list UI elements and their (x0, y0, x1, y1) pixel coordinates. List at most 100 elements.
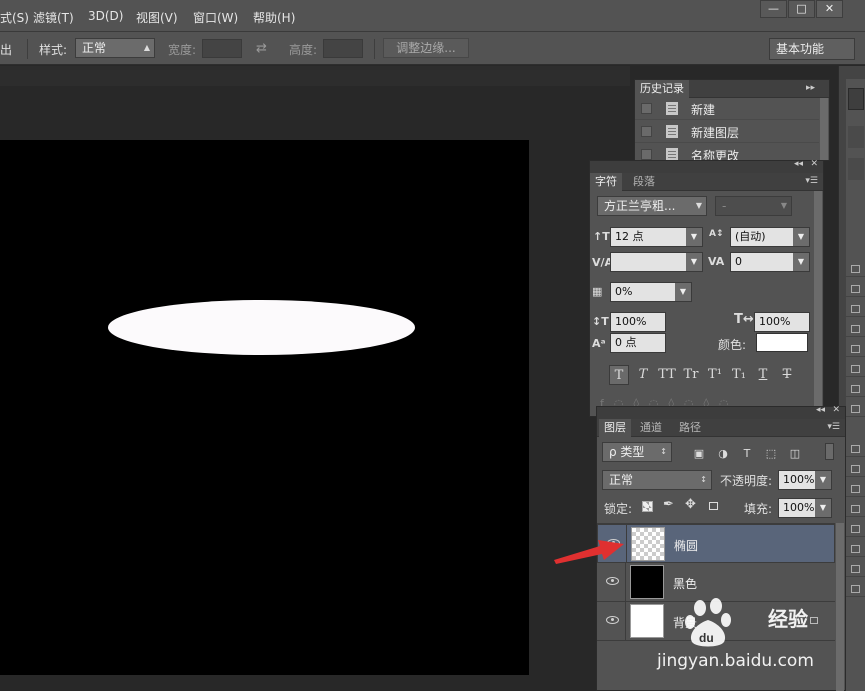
scrollbar[interactable] (836, 523, 844, 691)
canvas[interactable] (0, 140, 529, 675)
checkbox[interactable] (641, 149, 652, 160)
small-caps-button[interactable]: Tr (681, 365, 701, 385)
chevron-down-icon[interactable]: ▼ (815, 471, 831, 489)
scrollbar[interactable] (814, 191, 822, 411)
history-item[interactable]: 新建 (635, 97, 819, 120)
chevron-down-icon[interactable]: ▼ (815, 499, 831, 517)
tracking-input[interactable]: 0 ▼ (730, 252, 810, 272)
font-family-select[interactable]: 方正兰亭粗... ▼ (597, 196, 707, 216)
chevron-down-icon[interactable]: ▼ (686, 228, 702, 246)
font-size-input[interactable]: 12 点 ▼ (610, 227, 703, 247)
font-style-select[interactable]: - ▼ (715, 196, 792, 216)
shape-filter-icon[interactable]: ⬚ (763, 447, 779, 461)
style-select[interactable]: 正常 ▲ (75, 38, 155, 58)
layer-name[interactable]: 椭圆 (674, 537, 698, 555)
scrollbar[interactable] (820, 98, 828, 160)
panel-menu-icon[interactable]: ▾☰ (805, 176, 818, 186)
fill-input[interactable]: 100% ▼ (778, 498, 832, 518)
opacity-input[interactable]: 100% ▼ (778, 470, 832, 490)
blend-mode-select[interactable]: 正常 ↕ (602, 470, 712, 490)
type-filter-icon[interactable]: T (739, 447, 755, 461)
tab-character[interactable]: 字符 (590, 173, 622, 191)
lock-move-icon[interactable]: ✥ (685, 497, 696, 512)
chevron-down-icon[interactable]: ▼ (793, 253, 809, 271)
menu-view[interactable]: 视图(V) (136, 9, 178, 26)
menu-window[interactable]: 窗口(W) (193, 9, 238, 26)
underline-button[interactable]: T (753, 365, 773, 385)
all-caps-button[interactable]: TT (657, 365, 677, 385)
smart-object-filter-icon[interactable]: ◫ (787, 447, 803, 461)
layers-panel: ◂◂ ✕ 图层 通道 路径 ▾☰ ρ 类型 ↕ ▣ ◑ T ⬚ ◫ 正常 ↕ 不… (596, 405, 846, 691)
lock-paint-icon[interactable]: ✒ (663, 497, 674, 512)
chevron-down-icon[interactable]: ▼ (675, 283, 691, 301)
menu-bar: 式(S) 滤镜(T) 3D(D) 视图(V) 窗口(W) 帮助(H) — □ ✕ (0, 0, 865, 32)
horizontal-scale-input[interactable]: 100% (754, 312, 810, 332)
history-item[interactable]: 新建图层 (635, 120, 819, 143)
menu-file[interactable]: 式(S) (0, 9, 29, 26)
close-icon[interactable]: ✕ (832, 405, 840, 415)
tab-paths[interactable]: 路径 (674, 419, 706, 437)
baseline-shift-input[interactable]: 0 点 (610, 333, 666, 353)
divider (625, 563, 626, 601)
dock-icon-button[interactable] (848, 158, 864, 180)
panel-menu-icon[interactable]: ▾☰ (827, 422, 840, 432)
tsume-input[interactable]: 0% ▼ (610, 282, 692, 302)
tsume-value: 0% (615, 285, 633, 298)
lock-all-icon[interactable] (709, 502, 718, 510)
faux-italic-button[interactable]: T (633, 365, 653, 385)
chevron-down-icon: ▼ (695, 201, 702, 210)
lock-icon (846, 480, 865, 497)
lock-transparency-icon[interactable] (642, 501, 653, 512)
subscript-button[interactable]: T₁ (729, 365, 749, 385)
font-family-value: 方正兰亭粗... (604, 199, 676, 213)
checkbox[interactable] (641, 126, 652, 137)
dock-icon-button[interactable] (848, 126, 864, 148)
swap-icon[interactable]: ⇄ (256, 41, 267, 56)
divider (27, 39, 28, 59)
strikethrough-button[interactable]: T (777, 365, 797, 385)
chevron-down-icon[interactable]: ▼ (686, 253, 702, 271)
adjustment-filter-icon[interactable]: ◑ (715, 447, 731, 461)
layer-name[interactable]: 黑色 (673, 575, 697, 592)
collapse-icon[interactable]: ▸▸ (806, 83, 815, 93)
faux-bold-button[interactable]: T (609, 365, 629, 385)
close-button[interactable]: ✕ (816, 0, 843, 18)
layer-row[interactable]: 黑色 (597, 563, 835, 602)
kerning-input[interactable]: ▼ (610, 252, 703, 272)
vertical-scale-input[interactable]: 100% (610, 312, 666, 332)
height-input[interactable] (323, 39, 363, 58)
character-tabs: 字符 段落 ▾☰ (590, 173, 823, 191)
width-input[interactable] (202, 39, 242, 58)
tab-history[interactable]: 历史记录 (635, 80, 689, 98)
close-icon[interactable]: ✕ (810, 159, 818, 169)
lock-icon (846, 340, 865, 357)
leading-input[interactable]: (自动) ▼ (730, 227, 810, 247)
collapse-icon[interactable]: ◂◂ (816, 405, 825, 415)
eye-icon[interactable] (606, 616, 619, 624)
horizontal-scale-icon: T↔ (734, 312, 754, 327)
checkbox[interactable] (641, 103, 652, 114)
layer-row[interactable]: 椭圆 (597, 524, 835, 563)
menu-3d[interactable]: 3D(D) (88, 9, 123, 23)
watermark-url: jingyan.baidu.com (657, 651, 814, 671)
layer-filter-select[interactable]: ρ 类型 ↕ (602, 442, 672, 462)
history-tabs: 历史记录 ▸▸ (635, 80, 829, 98)
refine-edge-button[interactable]: 调整边缘... (383, 38, 469, 58)
tab-channels[interactable]: 通道 (635, 419, 667, 437)
tab-layers[interactable]: 图层 (599, 419, 631, 437)
image-filter-icon[interactable]: ▣ (691, 447, 707, 461)
superscript-button[interactable]: T¹ (705, 365, 725, 385)
collapse-icon[interactable]: ◂◂ (794, 159, 803, 169)
dock-icon-button[interactable] (848, 88, 864, 110)
ellipse-shape[interactable] (108, 300, 415, 355)
menu-help[interactable]: 帮助(H) (253, 9, 295, 26)
menu-filter[interactable]: 滤镜(T) (33, 9, 74, 26)
workspace-select[interactable]: 基本功能 (769, 38, 855, 60)
filter-toggle[interactable] (825, 443, 834, 460)
chevron-down-icon[interactable]: ▼ (793, 228, 809, 246)
tab-paragraph[interactable]: 段落 (628, 173, 660, 191)
restore-button[interactable]: □ (788, 0, 815, 18)
eye-icon[interactable] (606, 577, 619, 585)
color-swatch[interactable] (756, 333, 808, 352)
minimize-button[interactable]: — (760, 0, 787, 18)
